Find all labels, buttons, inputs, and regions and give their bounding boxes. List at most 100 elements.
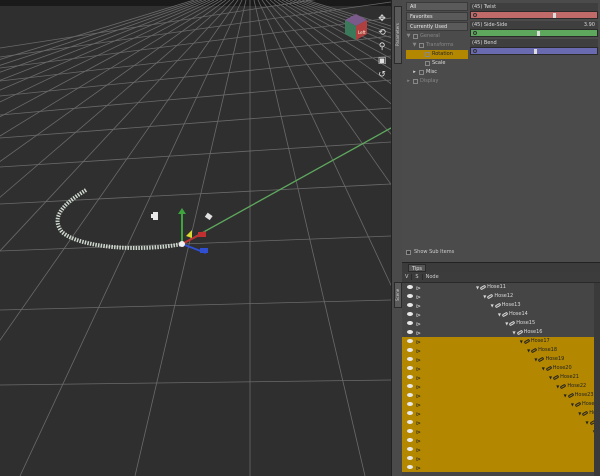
expand-arrow-icon[interactable]: ▼ <box>586 418 589 427</box>
expand-arrow-icon[interactable]: ▼ <box>527 346 530 355</box>
slider-reset-icon[interactable] <box>473 49 477 53</box>
scene-node-row[interactable]: ⊳ ▼ Hose15 <box>402 319 600 328</box>
category-all[interactable]: All <box>406 2 468 11</box>
slider-label-row: (45) Bend <box>470 39 598 47</box>
visibility-eye-icon[interactable] <box>407 348 413 352</box>
column-visible[interactable]: V <box>402 274 413 280</box>
scene-node-row[interactable]: ⊳▼Hose30 <box>402 454 600 463</box>
expand-arrow-icon[interactable]: ▼ <box>564 391 567 400</box>
category-favorites[interactable]: Favorites <box>406 12 468 21</box>
scene-node-row[interactable]: ⊳ ▼ Hose12 <box>402 292 600 301</box>
scene-objects[interactable] <box>0 0 391 476</box>
scene-scrollbar[interactable] <box>594 283 600 476</box>
expand-arrow-icon[interactable]: ▼ <box>520 337 523 346</box>
scene-node-row[interactable]: ⊳ ▼ Hose21 <box>402 373 600 382</box>
expand-arrow-icon[interactable]: ▼ <box>513 328 516 337</box>
scene-node-row[interactable]: ⊳ ▼ Hose20 <box>402 364 600 373</box>
scene-node-row[interactable]: ⊳▼Hose26 <box>402 418 600 427</box>
reset-icon[interactable]: ↺ <box>377 70 388 81</box>
tab-scene[interactable]: Scene <box>394 282 402 308</box>
scene-node-row[interactable]: ⊳ ▼ Hose16 <box>402 328 600 337</box>
scene-node-row[interactable]: ⊳▼Hose27 <box>402 427 600 436</box>
category-currently-used[interactable]: Currently Used <box>406 22 468 31</box>
frame-icon[interactable]: ▣ <box>377 56 388 67</box>
scene-node-row[interactable]: ⊳ ▼ Hose18 <box>402 346 600 355</box>
navigation-cube[interactable]: Left <box>342 12 370 42</box>
visibility-eye-icon[interactable] <box>407 312 413 316</box>
show-sub-items-toggle[interactable]: Show Sub Items <box>406 249 454 255</box>
rotate-icon[interactable]: ⟲ <box>377 28 388 39</box>
scene-node-row[interactable]: ⊳ ▼ Hose23 <box>402 391 600 400</box>
scene-node-row[interactable]: ⊳ ▼ Hose17 <box>402 337 600 346</box>
select-arrow-icon[interactable]: ⊳ <box>416 464 421 473</box>
scene-node-row[interactable]: ⊳▼Hose25 <box>402 409 600 418</box>
visibility-eye-icon[interactable] <box>407 447 413 451</box>
hose-node-icon <box>545 365 553 372</box>
slider-knob[interactable] <box>552 13 556 18</box>
visibility-eye-icon[interactable] <box>407 402 413 406</box>
scene-node-row[interactable]: ⊳ ▼ Hose13 <box>402 301 600 310</box>
visibility-eye-icon[interactable] <box>407 429 413 433</box>
visibility-eye-icon[interactable] <box>407 384 413 388</box>
parameter-tree-item[interactable]: ▼ Transforms <box>406 41 468 50</box>
slider-knob[interactable] <box>534 49 537 54</box>
scene-node-row[interactable]: ⊳ ▼ Hose11 <box>402 283 600 292</box>
slider-track[interactable] <box>470 11 598 19</box>
visibility-eye-icon[interactable] <box>407 375 413 379</box>
tab-tips[interactable]: Tips <box>408 264 426 272</box>
tab-parameters[interactable]: Parameters <box>394 6 402 64</box>
visibility-eye-icon[interactable] <box>407 357 413 361</box>
slider-value[interactable]: 3.90 <box>584 21 595 29</box>
node-name-cell: ▼ Hose12 <box>483 292 513 301</box>
visibility-eye-icon[interactable] <box>407 411 413 415</box>
column-selectable[interactable]: S <box>412 274 423 280</box>
visibility-eye-icon[interactable] <box>407 339 413 343</box>
node-name-cell: ▼ Hose21 <box>549 373 579 382</box>
scene-node-row[interactable]: ⊳▼Hose28 <box>402 436 600 445</box>
parameter-tree-item[interactable]: ▸ Display <box>406 77 468 86</box>
slider-knob[interactable] <box>536 31 540 36</box>
scene-node-row[interactable]: ⊳ ▼ Hose24 <box>402 400 600 409</box>
visibility-eye-icon[interactable] <box>407 465 413 469</box>
expand-arrow-icon[interactable]: ▸ <box>412 68 417 77</box>
visibility-eye-icon[interactable] <box>407 285 413 289</box>
scene-node-row[interactable]: ⊳▼Hose29 <box>402 445 600 454</box>
expand-arrow-icon[interactable]: ▼ <box>571 400 574 409</box>
visibility-eye-icon[interactable] <box>407 366 413 370</box>
panel-splitter[interactable] <box>391 0 402 476</box>
zoom-icon[interactable]: ⚲ <box>377 42 388 53</box>
expand-arrow-icon[interactable]: ▼ <box>549 373 552 382</box>
slider-track[interactable] <box>470 29 598 37</box>
expand-arrow-icon[interactable]: ▼ <box>498 310 501 319</box>
parameter-tree-item[interactable]: Rotation <box>406 50 468 59</box>
parameter-tree-item[interactable]: ▼ General <box>406 32 468 41</box>
slider-track[interactable] <box>470 47 598 55</box>
visibility-eye-icon[interactable] <box>407 321 413 325</box>
parameter-tree-item[interactable]: ▸ Misc <box>406 68 468 77</box>
scene-node-row[interactable]: ⊳ ▼ Hose14 <box>402 310 600 319</box>
slider-reset-icon[interactable] <box>473 13 477 17</box>
expand-arrow-icon[interactable]: ▼ <box>406 32 411 41</box>
slider-reset-icon[interactable] <box>473 31 477 35</box>
node-label: Hose20 <box>552 365 572 371</box>
expand-arrow-icon[interactable]: ▸ <box>406 77 411 86</box>
scene-node-row[interactable]: ⊳ ▼ Hose22 <box>402 382 600 391</box>
scene-node-row[interactable]: ⊳▼Hose31 <box>402 463 600 472</box>
show-sub-items-checkbox[interactable] <box>406 249 411 255</box>
visibility-eye-icon[interactable] <box>407 294 413 298</box>
move-icon[interactable]: ✥ <box>377 14 388 25</box>
expand-arrow-icon[interactable]: ▼ <box>491 301 494 310</box>
scene-node-row[interactable]: ⊳ ▼ Hose19 <box>402 355 600 364</box>
parameter-tree-item[interactable]: Scale <box>406 59 468 68</box>
visibility-eye-icon[interactable] <box>407 330 413 334</box>
visibility-eye-icon[interactable] <box>407 456 413 460</box>
3d-viewport[interactable]: Left ✥ ⟲ ⚲ ▣ ↺ <box>0 0 391 476</box>
visibility-eye-icon[interactable] <box>407 303 413 307</box>
column-node[interactable]: Node <box>423 274 442 280</box>
expand-arrow-icon[interactable]: ▼ <box>476 283 479 292</box>
visibility-eye-icon[interactable] <box>407 393 413 397</box>
visibility-eye-icon[interactable] <box>407 420 413 424</box>
expand-arrow-icon[interactable]: ▼ <box>412 41 417 50</box>
expand-arrow-icon[interactable]: ▼ <box>542 364 545 373</box>
visibility-eye-icon[interactable] <box>407 438 413 442</box>
